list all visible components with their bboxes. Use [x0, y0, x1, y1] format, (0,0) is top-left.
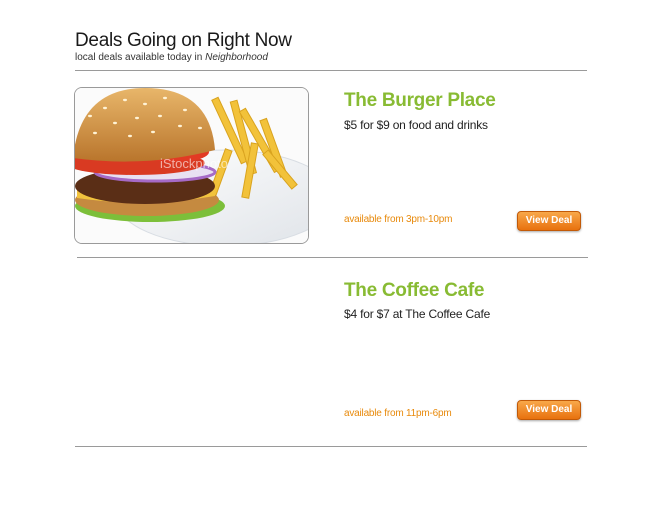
deal-availability: available from 11pm-6pm [344, 408, 452, 419]
page-subtitle: local deals available today in Neighborh… [75, 52, 292, 63]
burger-photo-icon: iStockphoto [75, 88, 308, 243]
deal-title[interactable]: The Coffee Cafe [344, 280, 484, 302]
deal-divider [77, 257, 588, 258]
header-divider [75, 70, 587, 71]
watermark-text: iStockphoto [160, 156, 228, 171]
subtitle-prefix: local deals available today in [75, 52, 203, 63]
page-title: Deals Going on Right Now [75, 30, 292, 51]
deal-description: $4 for $7 at The Coffee Cafe [344, 307, 491, 321]
deal-description: $5 for $9 on food and drinks [344, 118, 488, 132]
burger-image[interactable]: iStockphoto [74, 87, 309, 244]
footer-divider [75, 446, 587, 447]
view-deal-button[interactable]: View Deal [517, 211, 581, 231]
page-header: Deals Going on Right Now local deals ava… [75, 30, 292, 63]
neighborhood-name: Neighborhood [205, 52, 268, 63]
view-deal-button[interactable]: View Deal [517, 400, 581, 420]
deal-title[interactable]: The Burger Place [344, 90, 496, 112]
deal-availability: available from 3pm-10pm [344, 214, 453, 225]
